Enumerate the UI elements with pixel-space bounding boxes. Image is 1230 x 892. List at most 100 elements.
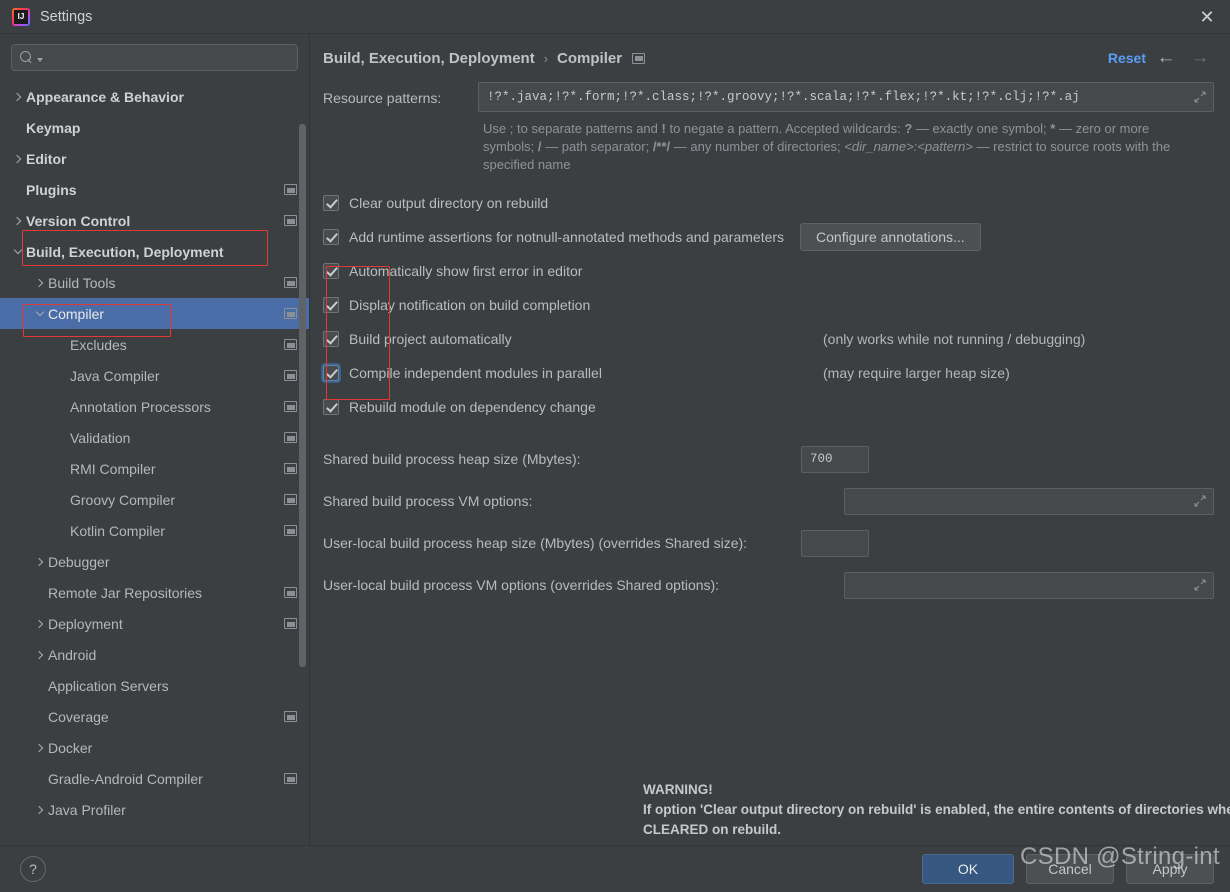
sidebar-item-label: RMI Compiler [70,460,156,477]
checkbox-row[interactable]: Compile independent modules in parallel (… [323,356,1214,390]
reset-link[interactable]: Reset [1108,50,1146,66]
project-scope-icon [284,184,297,195]
sidebar-item-label: Application Servers [48,677,169,694]
apply-button[interactable]: Apply [1126,854,1214,884]
checkbox-row[interactable]: Automatically show first error in editor [323,254,1214,288]
arrow-right-icon[interactable]: → [1186,44,1214,72]
sidebar-item-version-control[interactable]: Version Control [0,205,309,236]
field-input[interactable]: 700 [801,445,869,473]
checkbox-row[interactable]: Rebuild module on dependency change [323,390,1214,424]
checkbox-rebuild-module-on-dependency-change[interactable] [323,399,339,415]
field-input[interactable] [801,529,869,557]
sidebar-item-annotation-processors[interactable]: Annotation Processors [0,391,309,422]
field-label: User-local build process heap size (Mbyt… [323,535,748,551]
sidebar-item-compiler[interactable]: Compiler [0,298,309,329]
dialog-footer: ? OK Cancel Apply [0,845,1230,892]
checkbox-row[interactable]: Clear output directory on rebuild [323,186,1214,220]
chevron-right-icon [32,621,48,627]
sidebar-item-rmi-compiler[interactable]: RMI Compiler [0,453,309,484]
project-scope-icon [284,773,297,784]
checkbox-clear-output-directory-on-rebuild[interactable] [323,195,339,211]
search-box[interactable] [11,44,298,71]
project-scope-icon [284,618,297,629]
sidebar-item-label: Coverage [48,708,109,725]
sidebar-item-label: Version Control [26,212,131,229]
checkbox-add-runtime-assertions-for-notnull-annotated-methods-and-parameters[interactable] [323,229,339,245]
field-row: Shared build process heap size (Mbytes):… [323,438,1214,480]
sidebar-item-editor[interactable]: Editor [0,143,309,174]
breadcrumb-root[interactable]: Build, Execution, Deployment [323,50,535,67]
sidebar-item-label: Groovy Compiler [70,491,176,508]
settings-tree[interactable]: Appearance & Behavior Keymap Editor Plugins… [0,79,309,845]
expand-editor-icon[interactable] [1194,495,1206,507]
sidebar-scrollbar[interactable] [299,124,306,667]
chevron-down-icon [10,250,26,253]
sidebar-item-keymap[interactable]: Keymap [0,112,309,143]
checkbox-automatically-show-first-error-in-editor[interactable] [323,263,339,279]
chevron-right-icon [10,218,26,224]
sidebar-item-coverage[interactable]: Coverage [0,701,309,732]
checkbox-row[interactable]: Add runtime assertions for notnull-annot… [323,220,1214,254]
chevron-down-icon [32,312,48,315]
sidebar-item-label: Compiler [48,305,105,322]
expand-editor-icon[interactable] [1194,579,1206,591]
arrow-left-icon[interactable]: ← [1152,44,1180,72]
sidebar-item-remote-jar-repositories[interactable]: Remote Jar Repositories [0,577,309,608]
configure-annotations-button[interactable]: Configure annotations... [800,223,981,251]
close-icon[interactable]: ✕ [1184,0,1230,34]
project-scope-icon [284,525,297,536]
sidebar-item-docker[interactable]: Docker [0,732,309,763]
sidebar-item-appearance-behavior[interactable]: Appearance & Behavior [0,81,309,112]
resource-patterns-row: Resource patterns: !?*.java;!?*.form;!?*… [323,82,1214,112]
checkbox-build-project-automatically[interactable] [323,331,339,347]
resource-patterns-input[interactable]: !?*.java;!?*.form;!?*.class;!?*.groovy;!… [478,82,1214,112]
sidebar-item-debugger[interactable]: Debugger [0,546,309,577]
help-button[interactable]: ? [20,856,46,882]
field-input[interactable] [844,571,1214,599]
sidebar-item-label: Kotlin Compiler [70,522,165,539]
sidebar-item-deployment[interactable]: Deployment [0,608,309,639]
warning-body: If option 'Clear output directory on reb… [643,802,1230,837]
settings-content: Build, Execution, Deployment › Compiler … [310,34,1230,845]
ok-button[interactable]: OK [922,854,1014,884]
sidebar-item-label: Gradle-Android Compiler [48,770,203,787]
checkbox-label: Add runtime assertions for notnull-annot… [349,229,785,245]
project-scope-icon [284,711,297,722]
sidebar-item-plugins[interactable]: Plugins [0,174,309,205]
sidebar-item-build-execution-deployment[interactable]: Build, Execution, Deployment [0,236,309,267]
project-scope-icon [284,401,297,412]
field-label: Shared build process VM options: [323,493,533,509]
checkbox-compile-independent-modules-in-parallel[interactable] [323,365,339,381]
resource-patterns-label: Resource patterns: [323,90,442,106]
field-row: User-local build process heap size (Mbyt… [323,522,1214,564]
settings-sidebar: Appearance & Behavior Keymap Editor Plugins… [0,34,310,845]
sidebar-item-build-tools[interactable]: Build Tools [0,267,309,298]
project-scope-icon [284,494,297,505]
sidebar-item-android[interactable]: Android [0,639,309,670]
checkbox-row[interactable]: Display notification on build completion [323,288,1214,322]
sidebar-item-java-profiler[interactable]: Java Profiler [0,794,309,825]
sidebar-item-excludes[interactable]: Excludes [0,329,309,360]
checkbox-row[interactable]: Build project automatically (only works w… [323,322,1214,356]
sidebar-item-label: Remote Jar Repositories [48,584,203,601]
expand-editor-icon[interactable] [1194,91,1206,103]
sidebar-item-label: Docker [48,739,93,756]
build-process-fields: Shared build process heap size (Mbytes):… [323,438,1214,606]
sidebar-item-gradle-android-compiler[interactable]: Gradle-Android Compiler [0,763,309,794]
project-scope-icon [284,339,297,350]
field-input[interactable] [844,487,1214,515]
sidebar-item-groovy-compiler[interactable]: Groovy Compiler [0,484,309,515]
sidebar-item-java-compiler[interactable]: Java Compiler [0,360,309,391]
title-bar: Settings ✕ [0,0,1230,34]
field-label: Shared build process heap size (Mbytes): [323,451,581,467]
checkbox-display-notification-on-build-completion[interactable] [323,297,339,313]
sidebar-item-label: Annotation Processors [70,398,211,415]
cancel-button[interactable]: Cancel [1026,854,1114,884]
search-input[interactable] [43,49,289,66]
sidebar-item-kotlin-compiler[interactable]: Kotlin Compiler [0,515,309,546]
sidebar-item-application-servers[interactable]: Application Servers [0,670,309,701]
compiler-options-list: Clear output directory on rebuild Add run… [323,186,1214,424]
warning-title: WARNING! [643,782,713,797]
sidebar-item-validation[interactable]: Validation [0,422,309,453]
sidebar-item-label: Excludes [70,336,127,353]
